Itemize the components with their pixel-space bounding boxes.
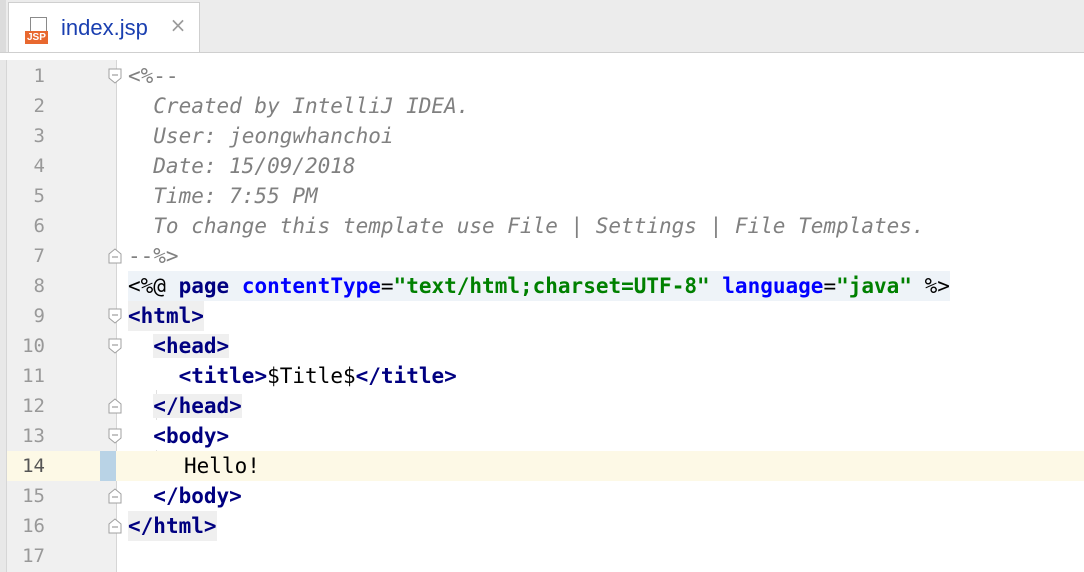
code-text: Created by IntelliJ IDEA. xyxy=(128,94,470,118)
close-icon[interactable]: × xyxy=(167,13,189,37)
title-text: $Title$ xyxy=(267,364,356,388)
attr-eq: = xyxy=(380,274,394,298)
tab-index-jsp[interactable]: JSP index.jsp × xyxy=(8,2,200,52)
line-number: 16 xyxy=(22,515,45,537)
editor-tab-bar: JSP index.jsp × xyxy=(0,0,1084,53)
current-line-highlight xyxy=(7,451,1084,481)
code-text: --%> xyxy=(128,244,179,268)
line-number: 4 xyxy=(33,155,45,177)
fold-end-icon[interactable] xyxy=(108,518,122,534)
line-number: 6 xyxy=(33,215,45,237)
line-number: 12 xyxy=(22,395,45,417)
tool-window-strip xyxy=(0,0,6,52)
attr-name: contentType xyxy=(241,274,381,298)
fold-collapse-icon[interactable] xyxy=(108,428,122,444)
attr-name: language xyxy=(722,274,824,298)
code-text: <%-- xyxy=(128,64,179,88)
code-line: 2 Created by IntelliJ IDEA. xyxy=(0,91,1084,121)
jsp-file-icon: JSP xyxy=(25,17,53,45)
line-number: 14 xyxy=(22,455,45,477)
fold-end-icon[interactable] xyxy=(108,398,122,414)
jsp-directive: <%@ page contentType="text/html;charset=… xyxy=(128,271,950,301)
jsp-badge: JSP xyxy=(25,31,48,44)
code-line: 16 </html> xyxy=(0,511,1084,541)
code-text: </body> xyxy=(153,484,242,508)
line-number: 5 xyxy=(33,185,45,207)
html-close-tag: </html> xyxy=(128,511,217,541)
directive-open: <%@ xyxy=(128,274,179,298)
line-number: 3 xyxy=(33,125,45,147)
code-line: 12 </head> xyxy=(0,391,1084,421)
fold-collapse-icon[interactable] xyxy=(108,338,122,354)
line-number: 10 xyxy=(22,335,45,357)
head-close-tag: </head> xyxy=(153,394,242,418)
line-number: 1 xyxy=(33,65,45,87)
code-line: 1 <%-- xyxy=(0,61,1084,91)
attr-eq: = xyxy=(823,274,837,298)
code-line: 11 <title>$Title$</title> xyxy=(0,361,1084,391)
code-text: <title>$Title$</title> xyxy=(178,364,457,388)
code-line: 7 --%> xyxy=(0,241,1084,271)
line-number: 17 xyxy=(22,545,45,567)
directive-close: %> xyxy=(911,274,950,298)
line-number: 11 xyxy=(22,365,45,387)
line-number: 8 xyxy=(33,275,45,297)
fold-end-icon[interactable] xyxy=(108,248,122,264)
code-line: 4 Date: 15/09/2018 xyxy=(0,151,1084,181)
tab-title: index.jsp xyxy=(61,15,148,40)
code-line: 3 User: jeongwhanchoi xyxy=(0,121,1084,151)
line-number: 2 xyxy=(33,95,45,117)
code-line: 15 </body> xyxy=(0,481,1084,511)
attr-value: "text/html;charset=UTF-8" xyxy=(393,274,710,298)
code-text: To change this template use File | Setti… xyxy=(128,214,925,238)
fold-collapse-icon[interactable] xyxy=(108,308,122,324)
code-text: Hello! xyxy=(184,454,260,478)
code-line: 8 <%@ page contentType="text/html;charse… xyxy=(0,271,1084,301)
directive-name: page xyxy=(178,274,230,298)
code-text: Date: 15/09/2018 xyxy=(128,154,356,178)
html-open-tag: <html> xyxy=(128,301,204,331)
code-text: <body> xyxy=(153,424,230,448)
code-text: User: jeongwhanchoi xyxy=(128,124,394,148)
caret-row-marker xyxy=(100,451,116,481)
code-text: Time: 7:55 PM xyxy=(128,184,318,208)
head-open-tag: <head> xyxy=(153,334,230,358)
code-line: 10 <head> xyxy=(0,331,1084,361)
code-text: </head> xyxy=(128,391,242,421)
code-text: <head> xyxy=(128,331,230,361)
line-number: 13 xyxy=(22,425,45,447)
line-number: 7 xyxy=(33,245,45,267)
code-line: 5 Time: 7:55 PM xyxy=(0,181,1084,211)
code-line: 9 <html> xyxy=(0,301,1084,331)
attr-value: "java" xyxy=(836,274,912,298)
current-code-line: 14 Hello! xyxy=(0,451,1084,481)
line-number: 15 xyxy=(22,485,45,507)
code-line: 6 To change this template use File | Set… xyxy=(0,211,1084,241)
line-number: 9 xyxy=(33,305,45,327)
fold-collapse-icon[interactable] xyxy=(108,68,122,84)
code-line: 13 <body> xyxy=(0,421,1084,451)
fold-end-icon[interactable] xyxy=(108,488,122,504)
code-line: 17 xyxy=(0,541,1084,571)
